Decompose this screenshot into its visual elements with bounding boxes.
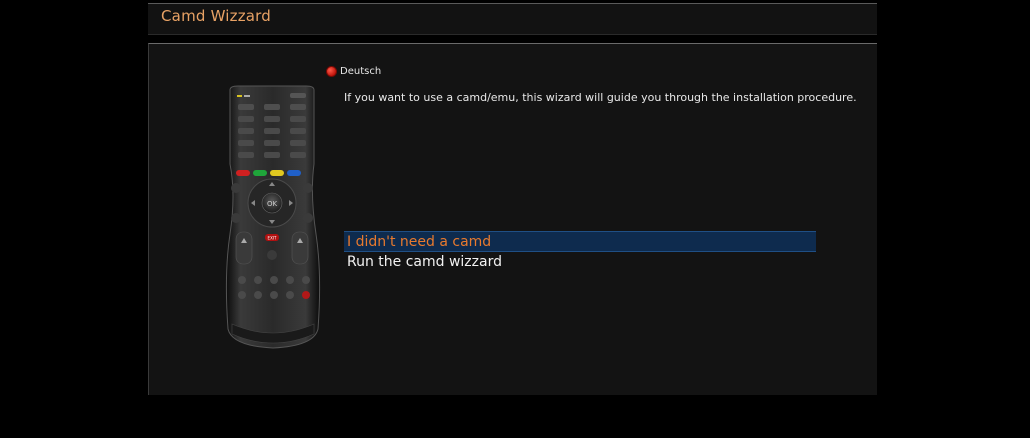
wizard-panel: OK EXIT Deutsch If you want to use a cam… [148,43,877,395]
wizard-description: If you want to use a camd/emu, this wiza… [344,91,857,104]
red-button-icon [326,66,337,77]
language-option[interactable]: Deutsch [326,66,381,77]
choice-list: I didn't need a camd Run the camd wizzar… [344,231,816,273]
svg-text:EXIT: EXIT [268,236,277,241]
svg-text:OK: OK [267,200,278,208]
title-bar: Camd Wizzard [148,3,877,35]
window-title: Camd Wizzard [161,7,272,25]
choice-no-camd[interactable]: I didn't need a camd [344,231,816,252]
language-label: Deutsch [340,66,382,77]
remote-control-icon: OK EXIT [225,85,321,349]
choice-run-wizard[interactable]: Run the camd wizzard [344,252,816,273]
